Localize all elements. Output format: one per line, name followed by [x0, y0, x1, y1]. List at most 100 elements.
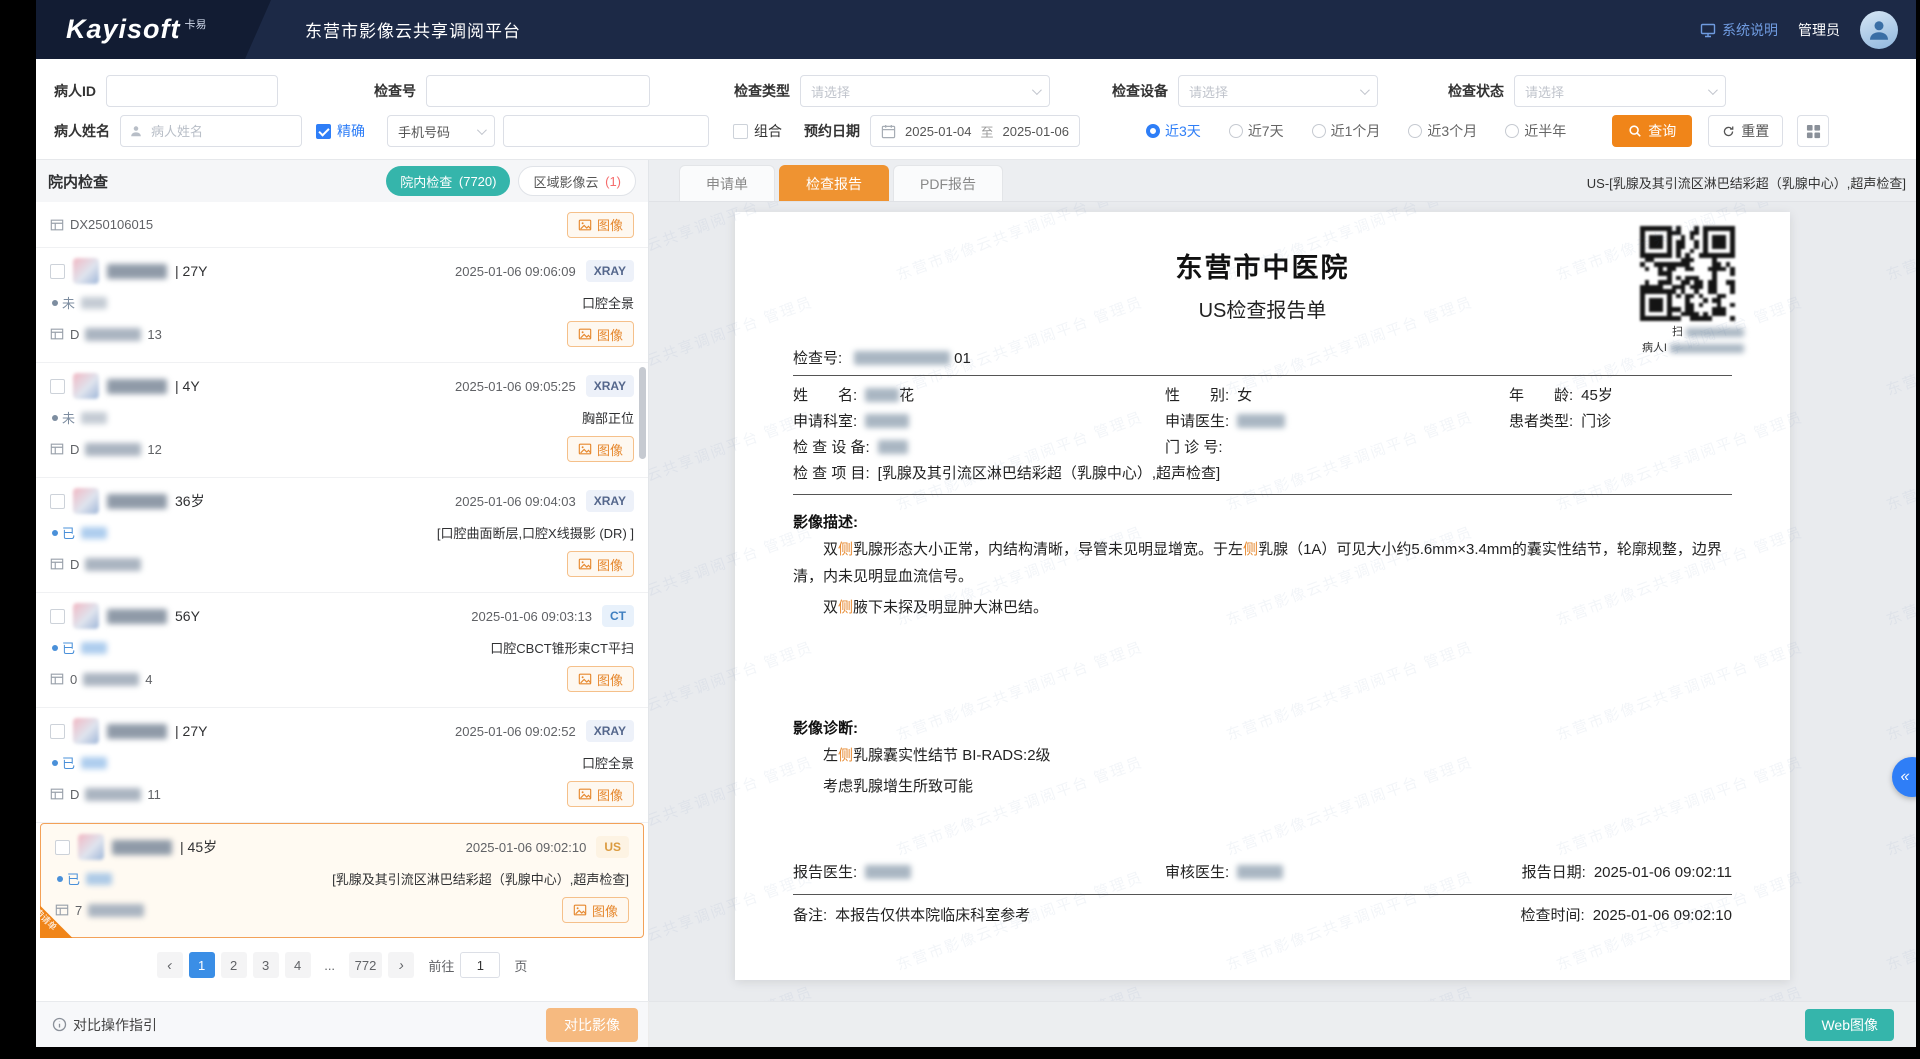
range-option[interactable]: 近7天: [1229, 121, 1284, 141]
page-list: 1234...772: [189, 952, 383, 978]
panel-title: 院内检查: [48, 171, 108, 192]
image-button[interactable]: 图像: [562, 897, 629, 923]
item-checkbox[interactable]: [55, 840, 70, 855]
patient-age: | 27Y: [175, 723, 207, 739]
app-window: Kayisoft 卡易 东营市影像云共享调阅平台 系统说明 管理员 病人ID 检…: [36, 0, 1916, 1047]
chevron-down-icon: [1708, 85, 1718, 95]
item-checkbox[interactable]: [50, 724, 65, 739]
patient-avatar: [73, 718, 99, 744]
image-button[interactable]: 图像: [567, 212, 634, 238]
image-button[interactable]: 图像: [567, 436, 634, 462]
search-button[interactable]: 查询: [1612, 115, 1692, 147]
list-item[interactable]: | 4Y 2025-01-06 09:05:25 XRAY 未 胸部正位 D12…: [36, 363, 648, 478]
item-checkbox[interactable]: [50, 494, 65, 509]
collapse-panel-button[interactable]: [1892, 757, 1916, 797]
page-number[interactable]: 772: [349, 952, 383, 978]
bottom-bar: 对比操作指引 对比影像 Web图像: [36, 1001, 1916, 1047]
redacted-text: [88, 904, 144, 917]
report-footer: 报告医生: 审核医生: 报告日期:2025-01-06 09:02:11 备注:…: [793, 860, 1732, 929]
compare-guide-link[interactable]: 对比操作指引: [52, 1015, 157, 1035]
chevron-down-icon: [477, 125, 487, 135]
qr-code: [1640, 226, 1735, 321]
page-number[interactable]: 1: [189, 952, 215, 978]
username[interactable]: 管理员: [1798, 20, 1840, 40]
goto-unit: 页: [514, 956, 527, 975]
layout-grid-button[interactable]: [1797, 115, 1829, 147]
item-checkbox[interactable]: [50, 379, 65, 394]
filter-row-1: 病人ID 检查号 检查类型 请选择 检查设备 请选择 检查状态: [54, 71, 1898, 111]
app-title: 东营市影像云共享调阅平台: [305, 17, 521, 42]
image-button[interactable]: 图像: [567, 781, 634, 807]
list-item-partial[interactable]: DX250106015 图像: [36, 202, 648, 248]
picture-icon: [578, 442, 592, 456]
page-number[interactable]: 4: [285, 952, 311, 978]
panel-tab[interactable]: 院内检查 (7720): [386, 166, 510, 196]
next-page-button[interactable]: [388, 952, 414, 978]
system-help-link[interactable]: 系统说明: [1700, 20, 1778, 40]
prev-page-button[interactable]: [157, 952, 183, 978]
patient-name-redacted: [107, 264, 167, 279]
main-tab[interactable]: 检查报告: [779, 165, 889, 201]
exact-checkbox[interactable]: [316, 124, 331, 139]
panel-tab[interactable]: 区域影像云 (1): [518, 166, 636, 196]
range-option[interactable]: 近3天: [1146, 121, 1201, 141]
exam-id: D13: [50, 327, 162, 342]
range-option[interactable]: 近半年: [1505, 121, 1566, 141]
list-item[interactable]: 56Y 2025-01-06 09:03:13 CT 已 口腔CBCT锥形束CT…: [36, 593, 648, 708]
patient-name-redacted: [107, 379, 167, 394]
user-avatar[interactable]: [1860, 11, 1898, 49]
main-tab[interactable]: PDF报告: [893, 165, 1003, 201]
exam-type-select[interactable]: 请选择: [800, 75, 1050, 107]
list-item[interactable]: | 45岁 2025-01-06 09:02:10 US 已 [乳腺及其引流区淋…: [40, 823, 644, 938]
item-checkbox[interactable]: [50, 609, 65, 624]
scrollbar-thumb[interactable]: [639, 367, 646, 459]
main-tab[interactable]: 申请单: [679, 165, 775, 201]
page-number[interactable]: 3: [253, 952, 279, 978]
patient-avatar: [73, 488, 99, 514]
list-item[interactable]: | 27Y 2025-01-06 09:02:52 XRAY 已 口腔全景 D1…: [36, 708, 648, 823]
exact-match-option[interactable]: 精确: [316, 121, 365, 141]
phone-select[interactable]: 手机号码: [387, 115, 495, 147]
range-option[interactable]: 近3个月: [1408, 121, 1477, 141]
range-option[interactable]: 近1个月: [1312, 121, 1381, 141]
combine-option[interactable]: 组合: [733, 121, 782, 141]
status-select[interactable]: 请选择: [1514, 75, 1726, 107]
modality-badge: US: [596, 836, 629, 858]
report-status: 已: [52, 753, 107, 772]
list-item[interactable]: | 27Y 2025-01-06 09:06:09 XRAY 未 口腔全景 D1…: [36, 248, 648, 363]
patient-age: 36岁: [175, 491, 205, 511]
record-card-icon: [50, 218, 64, 232]
report-status: 未: [52, 408, 107, 427]
left-panel: 院内检查 院内检查 (7720) 区域影像云 (1) DX250106015 图像…: [36, 160, 649, 1001]
page-number[interactable]: 2: [221, 952, 247, 978]
combine-checkbox[interactable]: [733, 124, 748, 139]
exam-no-input[interactable]: [426, 75, 650, 107]
goto-page-input[interactable]: [460, 952, 500, 978]
exam-datetime: 2025-01-06 09:04:03: [455, 494, 576, 509]
diag-lines: 左侧乳腺囊实性结节 BI-RADS:2级考虑乳腺增生所致可能: [793, 742, 1732, 800]
image-button[interactable]: 图像: [567, 551, 634, 577]
chevron-right-icon: [399, 957, 404, 974]
list-item[interactable]: 36岁 2025-01-06 09:04:03 XRAY 已 [口腔曲面断层,口…: [36, 478, 648, 593]
item-checkbox[interactable]: [50, 264, 65, 279]
image-button[interactable]: 图像: [567, 321, 634, 347]
main-tab-list: 申请单检查报告PDF报告: [679, 165, 1003, 201]
reset-button[interactable]: 重置: [1708, 115, 1783, 147]
patient-id-input[interactable]: [106, 75, 278, 107]
modality-badge: XRAY: [586, 720, 634, 742]
patient-name-input[interactable]: [120, 115, 302, 147]
report-title: US检查报告单: [793, 294, 1732, 323]
exam-name: 口腔全景: [582, 293, 634, 312]
exam-id: D11: [50, 787, 161, 802]
compare-images-button[interactable]: 对比影像: [546, 1008, 638, 1042]
device-select[interactable]: 请选择: [1178, 75, 1378, 107]
record-card-icon: [50, 557, 64, 571]
web-image-button[interactable]: Web图像: [1805, 1009, 1894, 1041]
phone-input[interactable]: [503, 115, 709, 147]
status-dot-icon: [52, 415, 58, 421]
date-range-picker[interactable]: 2025-01-04 至 2025-01-06: [870, 115, 1080, 147]
redacted-text: [81, 297, 107, 309]
exam-no-label: 检查号: [374, 81, 416, 101]
image-button[interactable]: 图像: [567, 666, 634, 692]
grid-icon: [1806, 124, 1821, 139]
